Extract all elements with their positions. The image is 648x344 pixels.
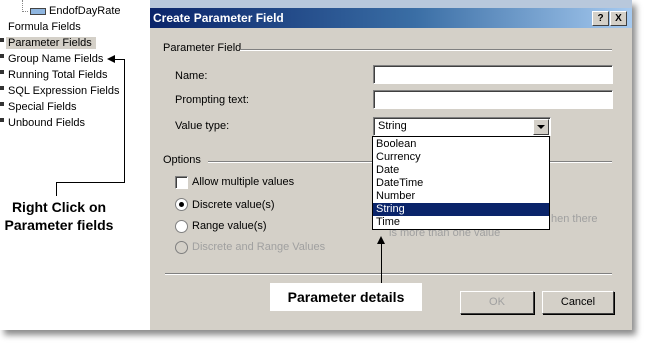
tree-item-label: SQL Expression Fields: [8, 85, 120, 97]
value-type-dropdown-list[interactable]: Boolean Currency Date DateTime Number St…: [372, 136, 550, 230]
tree-item-label: Running Total Fields: [8, 69, 108, 81]
tree-item-special-fields[interactable]: Special Fields: [8, 101, 76, 113]
name-input[interactable]: [373, 65, 613, 84]
dropdown-button[interactable]: [533, 119, 549, 135]
section-divider: [240, 49, 612, 51]
tree-item-label: Formula Fields: [8, 21, 81, 33]
section-divider: [548, 161, 612, 163]
discrete-values-radio[interactable]: [175, 198, 188, 211]
annotation-parameter-details: Parameter details: [270, 283, 422, 311]
option-number[interactable]: Number: [373, 190, 549, 203]
dialog-title: Create Parameter Field: [153, 11, 284, 25]
tree-item-parameter-fields[interactable]: Parameter Fields: [6, 37, 96, 49]
close-button[interactable]: X: [610, 11, 627, 26]
tree-item-label: Special Fields: [8, 101, 77, 113]
field-explorer-panel: EndofDayRate Formula Fields Parameter Fi…: [0, 0, 150, 330]
tree-item-unbound-fields[interactable]: Unbound Fields: [8, 117, 85, 129]
options-section-label: Options: [163, 154, 201, 166]
tree-connector: [22, 11, 28, 13]
annotation-arrow-line: [124, 59, 125, 182]
discrete-and-range-label: Discrete and Range Values: [192, 241, 326, 253]
tree-item-label: Parameter Fields: [8, 37, 92, 49]
value-type-selected: String: [378, 120, 407, 132]
tree-item-label: Group Name Fields: [8, 53, 104, 65]
hint-text: hen there: [551, 213, 598, 225]
allow-multiple-checkbox[interactable]: [175, 176, 188, 189]
help-button[interactable]: ?: [592, 11, 609, 26]
annotation-text: Right Click on: [11, 199, 107, 215]
name-label: Name:: [175, 70, 208, 82]
option-currency[interactable]: Currency: [373, 151, 549, 164]
tree-expander-marks: [0, 38, 4, 124]
create-parameter-dialog: Create Parameter Field ? X Parameter Fie…: [150, 8, 632, 330]
option-datetime[interactable]: DateTime: [373, 177, 549, 190]
tree-item-formula-fields[interactable]: Formula Fields: [8, 21, 81, 33]
tree-item-sql-expression-fields[interactable]: SQL Expression Fields: [8, 85, 119, 97]
value-type-select[interactable]: String: [373, 117, 551, 136]
background-app-strip: [150, 0, 632, 8]
cancel-button[interactable]: Cancel: [542, 291, 614, 314]
annotation-right-click: Right Click on Parameter fields: [0, 198, 118, 234]
chevron-down-icon: [537, 125, 545, 129]
annotation-arrow-line: [381, 243, 382, 283]
annotation-text: Parameter fields: [4, 217, 114, 233]
range-values-label: Range value(s): [192, 220, 267, 232]
parameter-field-section-label: Parameter Field: [163, 42, 242, 54]
screenshot-frame: EndofDayRate Formula Fields Parameter Fi…: [0, 0, 632, 330]
discrete-values-label: Discrete value(s): [192, 199, 275, 211]
value-type-label: Value type:: [175, 120, 230, 132]
allow-multiple-label: Allow multiple values: [192, 176, 295, 188]
database-field-icon: [30, 7, 46, 15]
option-boolean[interactable]: Boolean: [373, 138, 549, 151]
tree-item-label: EndofDayRate: [49, 5, 121, 17]
option-string[interactable]: String: [373, 203, 549, 216]
prompting-text-label: Prompting text:: [175, 94, 249, 106]
tree-item-endofdayrate[interactable]: EndofDayRate: [30, 5, 121, 17]
prompting-text-input[interactable]: [373, 90, 613, 109]
ok-button[interactable]: OK: [460, 291, 534, 314]
dialog-titlebar[interactable]: Create Parameter Field ? X: [150, 8, 632, 28]
tree-item-label: Unbound Fields: [8, 117, 86, 129]
tree-item-group-name-fields[interactable]: Group Name Fields: [8, 53, 103, 65]
discrete-and-range-radio[interactable]: [175, 241, 188, 254]
option-time[interactable]: Time: [373, 216, 549, 229]
option-date[interactable]: Date: [373, 164, 549, 177]
annotation-arrow-line: [56, 182, 125, 183]
bottom-divider: [165, 273, 612, 275]
tree-item-running-total-fields[interactable]: Running Total Fields: [8, 69, 107, 81]
section-divider: [208, 161, 372, 163]
range-values-radio[interactable]: [175, 220, 188, 233]
annotation-arrow-line: [56, 182, 57, 196]
